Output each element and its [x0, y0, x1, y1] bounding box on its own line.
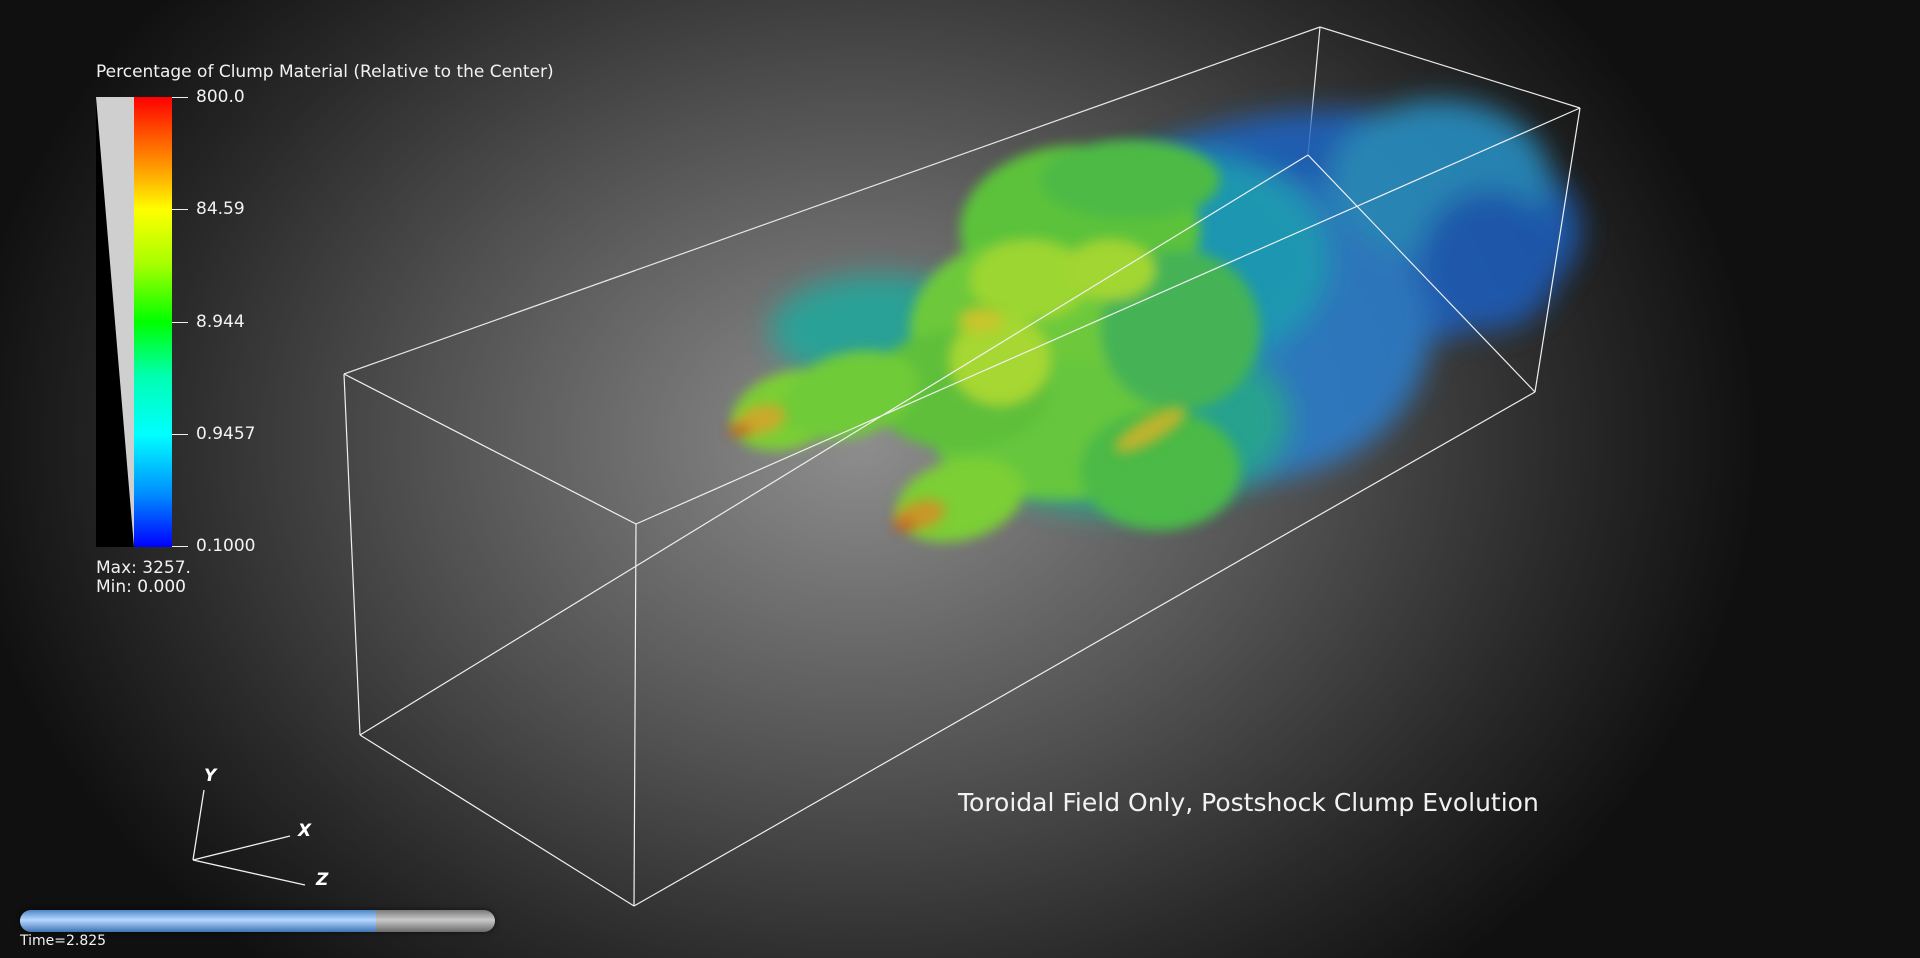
time-slider[interactable]	[20, 910, 495, 932]
colorbar-tick-label: 8.944	[196, 312, 245, 332]
colorbar-tick	[172, 322, 188, 323]
colorbar-min-value: Min: 0.000	[96, 577, 186, 597]
colorbar-tick	[172, 546, 188, 547]
colorbar-tick-label: 800.0	[196, 87, 245, 107]
z-axis-label: Z	[316, 870, 329, 890]
colorbar-tick-label: 0.1000	[196, 536, 256, 556]
x-axis-label: X	[298, 821, 312, 841]
y-axis-line	[192, 789, 205, 861]
colorbar-gradient	[134, 97, 172, 547]
plot-caption: Toroidal Field Only, Postshock Clump Evo…	[958, 788, 1539, 817]
colorbar-tick-label: 0.9457	[196, 424, 256, 444]
colorbar-tick	[172, 97, 188, 98]
colorbar-max-value: Max: 3257.	[96, 558, 191, 578]
orientation-axes	[192, 789, 306, 886]
render-viewport[interactable]: Percentage of Clump Material (Relative t…	[0, 0, 1920, 958]
z-axis-line	[192, 859, 306, 886]
x-axis-line	[192, 835, 291, 861]
y-axis-label: Y	[204, 766, 217, 786]
time-label: Time=2.825	[20, 933, 107, 949]
opacity-ramp	[96, 97, 134, 547]
colorbar-tick	[172, 434, 188, 435]
colorbar-tick	[172, 209, 188, 210]
colorbar-title: Percentage of Clump Material (Relative t…	[96, 62, 554, 82]
clump-volume	[728, 100, 1580, 543]
time-slider-fill	[20, 910, 377, 932]
colorbar-tick-label: 84.59	[196, 199, 245, 219]
